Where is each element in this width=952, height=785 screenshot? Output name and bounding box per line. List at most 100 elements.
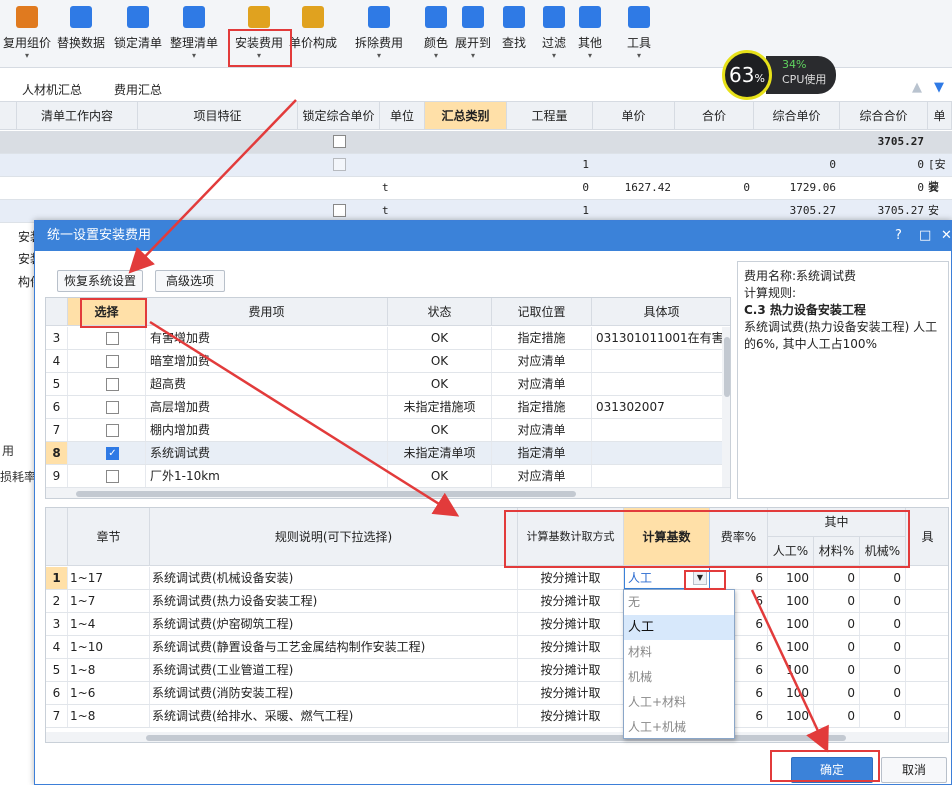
cell-machine[interactable]: 0 <box>860 659 906 681</box>
tools-button[interactable]: 工具 ▾ <box>622 6 656 64</box>
cell-position[interactable]: 对应清单 <box>492 350 592 372</box>
cell-material[interactable]: 0 <box>814 659 860 681</box>
other-button[interactable]: 其他 ▾ <box>574 6 606 64</box>
col-header-locked-price[interactable]: 锁定综合单价 <box>298 102 380 130</box>
col-header-unit-composite[interactable]: 综合单价 <box>754 102 840 130</box>
demolition-fee-button[interactable]: 拆除费用 ▾ <box>352 6 406 64</box>
col-header-features[interactable]: 项目特征 <box>138 102 298 130</box>
cell-material[interactable]: 0 <box>814 705 860 727</box>
cell-labor[interactable]: 100 <box>768 590 814 612</box>
cell-machine[interactable]: 0 <box>860 590 906 612</box>
list-item[interactable]: 9 厂外1-10km OK 对应清单 <box>46 465 730 488</box>
list-item[interactable]: 5 超高费 OK 对应清单 <box>46 373 730 396</box>
cell-rule[interactable]: 系统调试费(炉窑砌筑工程) <box>150 613 518 635</box>
cell-rule[interactable]: 系统调试费(机械设备安装) <box>150 567 518 589</box>
left-tab-stub[interactable]: 用 <box>2 442 14 459</box>
close-icon[interactable]: ✕ <box>941 221 952 251</box>
col-header-fee-item[interactable]: 费用项 <box>146 298 388 326</box>
cell-detail[interactable]: 031302007 <box>592 396 730 418</box>
cell-machine[interactable]: 0 <box>860 682 906 704</box>
horizontal-scrollbar[interactable] <box>46 732 948 742</box>
cell-position[interactable]: 对应清单 <box>492 419 592 441</box>
list-item[interactable]: 7 棚内增加费 OK 对应清单 <box>46 419 730 442</box>
select-checkbox[interactable] <box>106 332 119 345</box>
col-header-detail[interactable]: 具体项 <box>592 298 730 326</box>
table-row[interactable]: 1 1~17 系统调试费(机械设备安装) 按分摊计取 人工 ▼ 6 100 0 … <box>46 567 948 590</box>
cell-machine[interactable]: 0 <box>860 613 906 635</box>
cell-position[interactable]: 对应清单 <box>492 465 592 487</box>
organize-list-button[interactable]: 整理清单 ▾ <box>168 6 220 64</box>
unit-price-button[interactable]: 单价构成 <box>288 6 338 64</box>
cell-machine[interactable]: 0 <box>860 705 906 727</box>
scrollbar-thumb[interactable] <box>76 491 576 497</box>
tab-fee-summary[interactable]: 费用汇总 <box>114 81 162 98</box>
cell-rule[interactable]: 系统调试费(消防安装工程) <box>150 682 518 704</box>
col-header-extra[interactable]: 单 <box>928 102 952 130</box>
col-header-extra[interactable]: 具 <box>906 508 948 566</box>
select-checkbox[interactable] <box>106 424 119 437</box>
cell-material[interactable]: 0 <box>814 682 860 704</box>
cell-machine[interactable]: 0 <box>860 636 906 658</box>
table-row[interactable]: 3 1~4 系统调试费(炉窑砌筑工程) 按分摊计取 6 100 0 0 <box>46 613 948 636</box>
col-header-chapter[interactable]: 章节 <box>68 508 150 566</box>
table-row[interactable]: 5 1~8 系统调试费(工业管道工程) 按分摊计取 6 100 0 0 <box>46 659 948 682</box>
cell-rule[interactable]: 系统调试费(热力设备安装工程) <box>150 590 518 612</box>
reuse-pricing-button[interactable]: 复用组价 ▾ <box>2 6 52 64</box>
col-header-unit-price[interactable]: 单价 <box>593 102 675 130</box>
table-row[interactable]: 3705.27 <box>0 131 952 154</box>
col-header-position[interactable]: 记取位置 <box>492 298 592 326</box>
cancel-button[interactable]: 取消 <box>881 757 947 783</box>
scrollbar-thumb[interactable] <box>724 337 730 397</box>
cell-detail[interactable] <box>592 373 730 395</box>
maximize-icon[interactable]: □ <box>919 221 931 251</box>
cell-labor[interactable]: 100 <box>768 613 814 635</box>
cell-material[interactable]: 0 <box>814 590 860 612</box>
dropdown-option-selected[interactable]: 人工 <box>624 615 734 640</box>
list-item[interactable]: 8 ✓ 系统调试费 未指定清单项 指定清单 <box>46 442 730 465</box>
dropdown-option[interactable]: 人工+材料 <box>624 690 734 715</box>
tab-labor-material-summary[interactable]: 人材机汇总 <box>22 81 82 98</box>
cell-machine[interactable]: 0 <box>860 567 906 589</box>
lock-checkbox[interactable] <box>333 135 346 148</box>
select-checkbox[interactable]: ✓ <box>106 447 119 460</box>
lock-checkbox[interactable] <box>333 204 346 217</box>
table-row[interactable]: t 0 1627.42 0 1729.06 0 安装 <box>0 177 952 216</box>
cell-labor[interactable]: 100 <box>768 567 814 589</box>
color-button[interactable]: 颜色 ▾ <box>420 6 452 64</box>
restore-system-settings-button[interactable]: 恢复系统设置 <box>57 270 143 292</box>
cell-detail[interactable] <box>592 350 730 372</box>
cell-labor[interactable]: 100 <box>768 659 814 681</box>
list-item[interactable]: 4 暗室增加费 OK 对应清单 <box>46 350 730 373</box>
cell-base-method[interactable]: 按分摊计取 <box>518 682 624 704</box>
cell-detail[interactable] <box>592 465 730 487</box>
cell-base-method[interactable]: 按分摊计取 <box>518 590 624 612</box>
col-header-summary-category[interactable]: 汇总类别 <box>425 102 507 130</box>
cell-labor[interactable]: 100 <box>768 682 814 704</box>
cell-detail[interactable] <box>592 419 730 441</box>
vertical-scrollbar[interactable] <box>722 327 730 487</box>
help-icon[interactable]: ? <box>895 221 902 251</box>
find-button[interactable]: 查找 <box>498 6 530 64</box>
arrow-up-icon[interactable]: ▲ <box>912 80 922 95</box>
expand-to-button[interactable]: 展开到 ▾ <box>454 6 492 64</box>
table-row[interactable]: 4 1~10 系统调试费(静置设备与工艺金属结构制作安装工程) 按分摊计取 6 … <box>46 636 948 659</box>
select-checkbox[interactable] <box>106 355 119 368</box>
select-checkbox[interactable] <box>106 470 119 483</box>
horizontal-scrollbar[interactable] <box>46 488 730 498</box>
lock-list-button[interactable]: 锁定清单 <box>112 6 164 64</box>
cell-base-method[interactable]: 按分摊计取 <box>518 567 624 589</box>
col-header-rule[interactable]: 规则说明(可下拉选择) <box>150 508 518 566</box>
cell-material[interactable]: 0 <box>814 636 860 658</box>
table-row[interactable]: 2 1~7 系统调试费(热力设备安装工程) 按分摊计取 6 100 0 0 <box>46 590 948 613</box>
select-checkbox[interactable] <box>106 401 119 414</box>
col-header-unit[interactable]: 单位 <box>380 102 425 130</box>
cell-material[interactable]: 0 <box>814 567 860 589</box>
col-header-work-content[interactable]: 清单工作内容 <box>17 102 138 130</box>
lock-checkbox[interactable] <box>333 158 346 171</box>
cell-detail[interactable] <box>592 442 730 464</box>
table-row[interactable]: 1 0 0 [安装 <box>0 154 952 193</box>
replace-data-button[interactable]: 替换数据 <box>56 6 106 64</box>
cell-rule[interactable]: 系统调试费(给排水、采暖、燃气工程) <box>150 705 518 727</box>
col-header-total-composite[interactable]: 综合合价 <box>840 102 928 130</box>
cell-base-method[interactable]: 按分摊计取 <box>518 705 624 727</box>
